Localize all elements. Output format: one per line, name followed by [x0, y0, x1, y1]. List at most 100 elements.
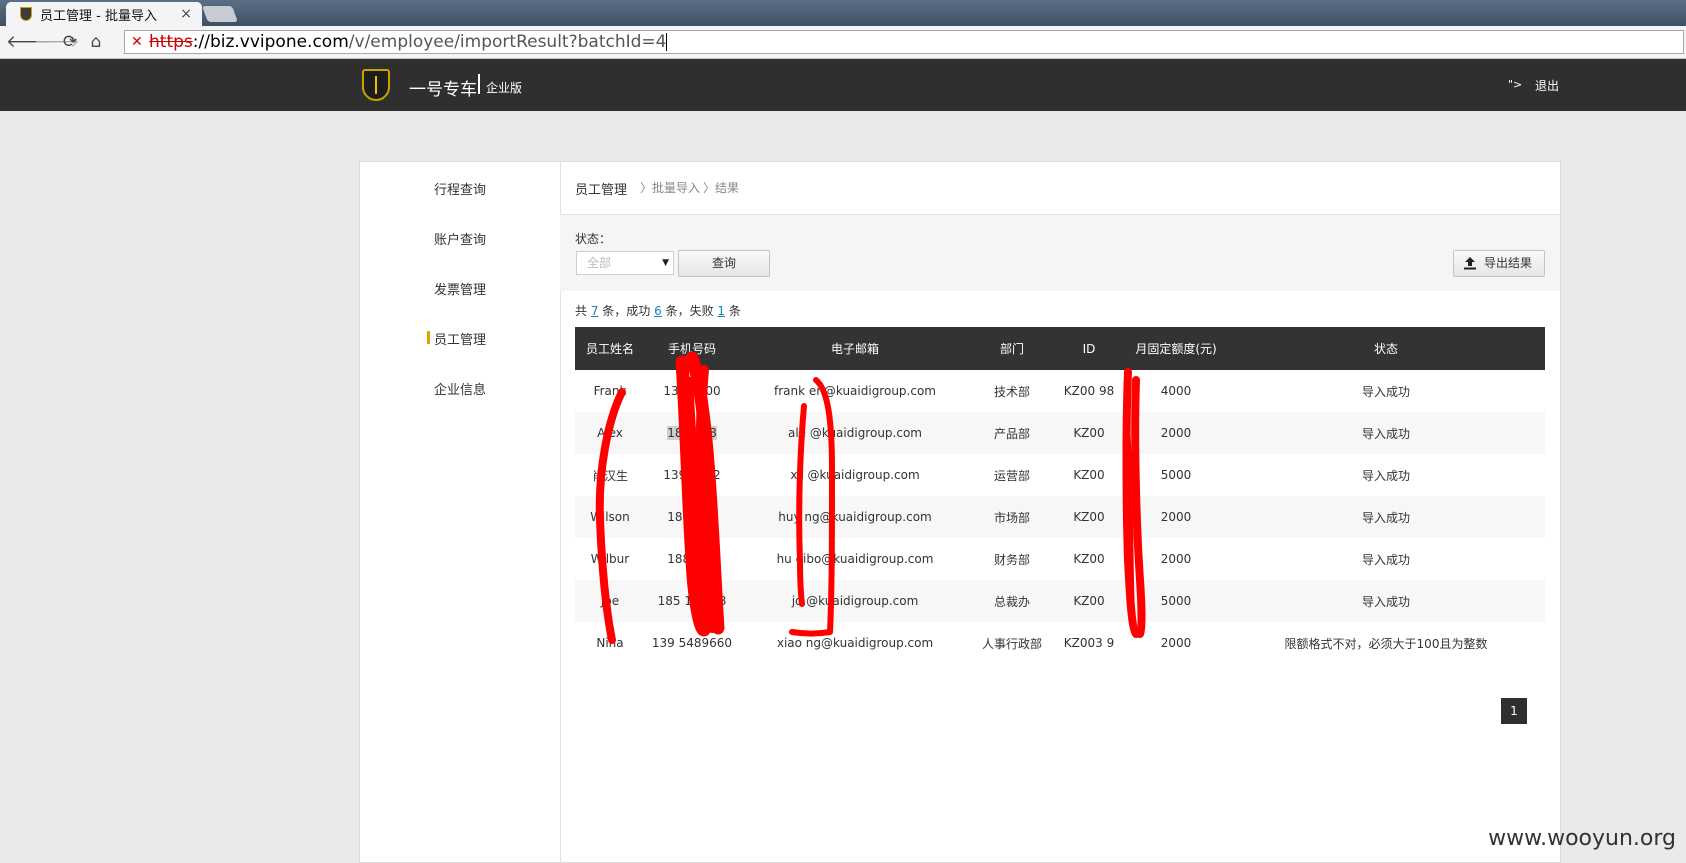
- header-arrow-glyph: ">: [1508, 78, 1523, 91]
- cell-dept: 产品部: [971, 412, 1053, 454]
- cell-id: KZ00: [1053, 496, 1125, 538]
- breadcrumb-batch-import[interactable]: 〉批量导入: [640, 179, 700, 196]
- cell-quota: 5000: [1160, 468, 1192, 482]
- cell-phone: 185 14 388: [645, 580, 739, 622]
- cell-phone: 186 472: [645, 496, 739, 538]
- export-results-button[interactable]: 导出结果: [1453, 250, 1545, 277]
- cell-dept: 人事行政部: [981, 636, 1042, 651]
- address-bar[interactable]: ✕ https://biz.vvipone.com/v/employee/imp…: [124, 30, 1684, 54]
- cell-email: jo @kuaidigroup.com: [739, 580, 971, 622]
- cell-phone: 139 5489660: [651, 636, 733, 650]
- brand-logo-icon[interactable]: [362, 69, 390, 101]
- import-summary: 共 7 条，成功 6 条，失败 1 条: [575, 302, 741, 319]
- sidebar-item-invoice[interactable]: 发票管理: [360, 279, 560, 298]
- breadcrumb-result: 〉结果: [703, 181, 740, 195]
- watermark: www.wooyun.org: [1488, 826, 1676, 851]
- home-icon[interactable]: ⌂: [86, 32, 106, 52]
- upload-icon: [1464, 257, 1476, 270]
- cell-dept: 运营部: [993, 468, 1030, 483]
- cell-email: xs @kuaidigroup.com: [790, 468, 920, 482]
- cell-phone: 186 398: [645, 412, 739, 454]
- status-filter-label: 状态：: [575, 232, 612, 246]
- sidebar-item-company[interactable]: 企业信息: [360, 379, 560, 398]
- cell-id: KZ00: [1053, 412, 1125, 454]
- table-row: Joe 185 14 388 jo @kuaidigroup.com 总裁办 K…: [575, 580, 1545, 622]
- reload-icon[interactable]: ⟳: [60, 32, 80, 52]
- cell-status: 导入成功: [1361, 468, 1410, 483]
- table-row: Alex 186 398 ale @kuaidigroup.com 产品部 KZ…: [575, 412, 1545, 454]
- table-row: Wilbur 188 006 hu eibo@kuaidigroup.com 财…: [575, 538, 1545, 580]
- tab-title: 员工管理 - 批量导入: [40, 8, 157, 24]
- cell-name: 肖汉生: [591, 468, 628, 483]
- breadcrumb-employees[interactable]: 员工管理: [575, 179, 627, 198]
- insecure-lock-icon: ✕: [131, 34, 143, 50]
- brand-divider: [478, 74, 480, 94]
- filter-bar: 状态： 全部 ▼ 查询 导出结果: [560, 215, 1560, 291]
- summary-text: 条，失败: [661, 304, 718, 318]
- import-result-table: 员工姓名 手机号码 电子邮箱 部门 ID 月固定额度(元) 状态 Frank 1…: [575, 327, 1545, 664]
- sidebar-item-trips[interactable]: 行程查询: [360, 179, 560, 198]
- browser-tab[interactable]: 员工管理 - 批量导入 ×: [6, 2, 202, 26]
- query-button[interactable]: 查询: [678, 250, 770, 277]
- status-select-value: 全部: [587, 256, 612, 270]
- cell-name: Frank: [593, 384, 627, 398]
- summary-text: 共: [575, 304, 591, 318]
- url-host: ://biz.vvipone.com: [192, 32, 349, 52]
- cell-status: 导入成功: [1227, 496, 1545, 538]
- cell-name: Wilbur: [590, 552, 630, 566]
- sidebar-item-account[interactable]: 账户查询: [360, 229, 560, 248]
- table-row: Wilson 186 472 huy ng@kuaidigroup.com 市场…: [575, 496, 1545, 538]
- back-arrow-icon[interactable]: 🡐: [6, 32, 52, 52]
- breadcrumb: 员工管理 〉批量导入 〉结果: [560, 162, 1560, 215]
- content-panel: 员工管理 〉批量导入 〉结果 状态： 全部 ▼ 查询 导出结果 共 7 条，成功…: [560, 162, 1560, 862]
- cell-id: KZ00: [1073, 552, 1105, 566]
- table-row: Frank 133 1200 frank en@kuaidigroup.com …: [575, 370, 1545, 412]
- table-row: Nina 139 5489660 xiao ng@kuaidigroup.com…: [575, 622, 1545, 664]
- cell-phone: 1390 902: [663, 468, 721, 482]
- cell-phone: 133 1200: [663, 384, 721, 398]
- cell-status: 导入成功: [1227, 412, 1545, 454]
- sidebar-item-employees[interactable]: 员工管理: [360, 329, 560, 348]
- sidebar-item-label: 员工管理: [433, 333, 486, 348]
- col-quota-header: 月固定额度(元): [1125, 327, 1227, 370]
- url-path: /v/employee/importResult?batchId=4: [348, 32, 667, 52]
- col-phone-header: 手机号码: [645, 327, 739, 370]
- sidebar-item-label: 发票管理: [433, 283, 486, 298]
- cell-quota: 4000: [1160, 384, 1192, 398]
- dropdown-arrow-icon: ▼: [662, 258, 669, 268]
- brand-name[interactable]: 一号专车: [409, 75, 477, 100]
- cell-email: hu eibo@kuaidigroup.com: [776, 552, 934, 566]
- col-email-header: 电子邮箱: [739, 327, 971, 370]
- cell-email: ale @kuaidigroup.com: [739, 412, 971, 454]
- cell-status: 限额格式不对，必须大于100且为整数: [1284, 636, 1488, 651]
- table-row: 肖汉生 1390 902 xs @kuaidigroup.com 运营部 KZ0…: [575, 454, 1545, 496]
- cell-id: KZ00: [1073, 468, 1105, 482]
- new-tab-button[interactable]: [202, 6, 238, 22]
- col-status-header: 状态: [1227, 327, 1545, 370]
- summary-success-link[interactable]: 6: [654, 304, 662, 318]
- cell-quota: 2000: [1160, 636, 1192, 650]
- logout-link[interactable]: 退出: [1535, 77, 1559, 94]
- pagination-page-1[interactable]: 1: [1501, 698, 1527, 724]
- text-caret: [666, 33, 668, 51]
- status-select[interactable]: 全部 ▼: [576, 251, 674, 275]
- close-tab-icon[interactable]: ×: [180, 6, 192, 22]
- cell-dept: 技术部: [993, 384, 1030, 399]
- table-header-row: 员工姓名 手机号码 电子邮箱 部门 ID 月固定额度(元) 状态: [575, 327, 1545, 370]
- col-id-header: ID: [1053, 327, 1125, 370]
- cell-dept: 总裁办: [971, 580, 1053, 622]
- cell-status: 导入成功: [1361, 552, 1410, 567]
- forward-arrow-icon[interactable]: 🡒: [34, 32, 80, 52]
- brand-subtitle: 企业版: [486, 81, 523, 95]
- summary-text: 条，成功: [598, 304, 655, 318]
- cell-quota: 2000: [1125, 496, 1227, 538]
- cell-name: Wilson: [575, 496, 645, 538]
- summary-fail-link[interactable]: 1: [717, 304, 725, 318]
- sidebar-item-label: 账户查询: [433, 233, 486, 248]
- browser-toolbar: 🡐 🡒 ⟳ ⌂ ✕ https://biz.vvipone.com/v/empl…: [0, 26, 1686, 59]
- cell-id: KZ00 98: [1063, 384, 1115, 398]
- col-name-header: 员工姓名: [575, 327, 645, 370]
- sidebar-item-label: 企业信息: [433, 383, 486, 398]
- cell-email: frank en@kuaidigroup.com: [774, 384, 936, 398]
- cell-dept: 市场部: [971, 496, 1053, 538]
